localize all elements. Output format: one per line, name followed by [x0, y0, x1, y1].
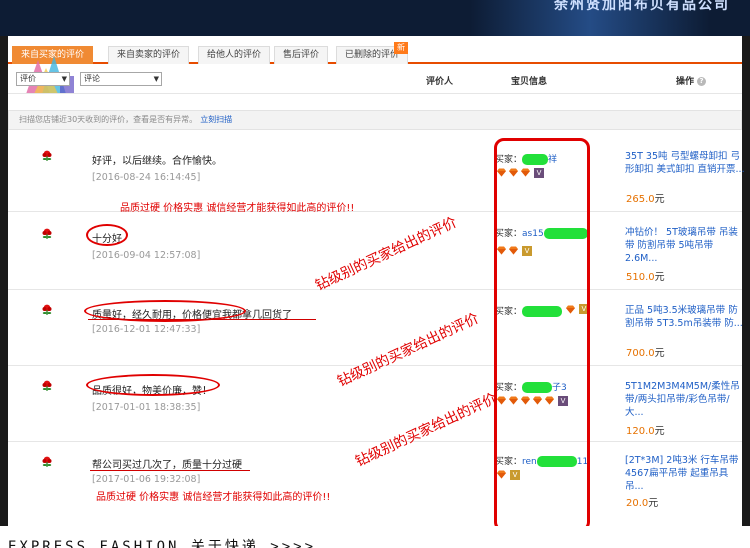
annotation-note: 品质过硬 价格实惠 诚信经营才能获得如此高的评价!!: [120, 203, 355, 214]
good-rating-icon: [41, 228, 53, 240]
price-value: 265.0: [626, 194, 655, 205]
top-banner: 余州贤加阳布贝有品公司: [0, 0, 750, 36]
review-date: [2016-12-01 12:47:33]: [92, 324, 201, 335]
price-unit: 元: [654, 194, 665, 205]
chevron-down-icon: ▼: [153, 75, 159, 83]
highlight-underline: [88, 319, 316, 320]
review-comment: 帮公司买过几次了，质量十分过硬: [92, 460, 242, 471]
rating-select[interactable]: 评价 ▼: [16, 72, 70, 86]
highlight-ring: [86, 224, 128, 246]
highlight-ring: [86, 374, 220, 396]
annotation-note: 品质过硬 价格实惠 诚信经营才能获得如此高的评价!!: [96, 492, 331, 503]
review-panel: 来自买家的评价 来自卖家的评价 给他人的评价 售后评价 已删除的评价 新 评价 …: [8, 36, 745, 532]
buyer-highlight-box: [494, 138, 590, 532]
footer: EXPRESS FASHION 关于快递 >>>>: [0, 526, 750, 548]
rating-select-value: 评价: [20, 74, 36, 83]
page-frame: 来自买家的评价 来自卖家的评价 给他人的评价 售后评价 已删除的评价 新 评价 …: [0, 36, 750, 532]
item-title-link[interactable]: 冲钻价！ 5T玻璃吊带 吊装带 防割吊带 5吨吊带2.6M...: [625, 226, 745, 265]
good-rating-icon: [41, 456, 53, 468]
price-value: 700.0: [626, 348, 655, 359]
item-title-link[interactable]: 正品 5吨3.5米玻璃吊带 防割吊带 5T3.5m吊装带 防...: [625, 304, 745, 330]
column-reviewer: 评价人: [426, 77, 454, 87]
help-icon[interactable]: ?: [697, 77, 707, 86]
price-value: 20.0: [626, 498, 649, 509]
review-date: [2017-01-01 18:38:35]: [92, 402, 201, 413]
footer-text[interactable]: EXPRESS FASHION 关于快递 >>>>: [8, 536, 316, 548]
new-badge: 新: [394, 42, 408, 54]
chevron-down-icon: ▼: [61, 75, 67, 83]
scan-notice-text: 扫描您店铺近30天收到的评价，查看是否有异常。: [19, 115, 198, 124]
good-rating-icon: [41, 380, 53, 392]
price-value: 510.0: [626, 272, 655, 283]
item-price: 700.0元: [626, 344, 665, 359]
item-title-link[interactable]: 5T1M2M3M4M5M/柔性吊带/两头扣吊带/彩色吊带/大...: [625, 380, 745, 419]
content-select[interactable]: 评论 ▼: [80, 72, 162, 86]
column-actions-label: 操作: [676, 77, 695, 87]
item-price: 120.0元: [626, 422, 665, 437]
scan-now-link[interactable]: 立刻扫描: [200, 115, 232, 124]
highlight-underline: [90, 470, 250, 471]
column-item-info: 宝贝信息: [511, 77, 548, 87]
price-unit: 元: [648, 498, 659, 509]
item-price: 265.0元: [626, 190, 665, 205]
price-value: 120.0: [626, 426, 655, 437]
item-title-link[interactable]: 35T 35吨 弓型螺母卸扣 弓形卸扣 美式卸扣 直销开票...: [625, 150, 745, 176]
item-price: 20.0元: [626, 494, 658, 509]
content-select-value: 评论: [84, 74, 100, 83]
item-price: 510.0元: [626, 268, 665, 283]
scan-notice: 扫描您店铺近30天收到的评价，查看是否有异常。 立刻扫描: [8, 110, 742, 130]
tab-given-reviews[interactable]: 给他人的评价: [198, 46, 271, 64]
review-date: [2017-01-06 19:32:08]: [92, 474, 201, 485]
review-date: [2016-09-04 12:57:08]: [92, 250, 201, 261]
review-comment: 好评，以后继续。合作愉快。: [92, 156, 222, 167]
price-unit: 元: [654, 272, 665, 283]
tab-seller-reviews[interactable]: 来自卖家的评价: [108, 46, 190, 64]
review-date: [2016-08-24 16:14:45]: [92, 172, 201, 183]
good-rating-icon: [41, 150, 53, 162]
banner-text: 余州贤加阳布贝有品公司: [554, 0, 730, 13]
table-row: 好评，以后继续。合作愉快。 [2016-08-24 16:14:45] 买家：祥…: [8, 134, 745, 212]
price-unit: 元: [654, 426, 665, 437]
filter-bar: 评价 ▼ 评论 ▼ 评价人 宝贝信息 操作?: [8, 64, 742, 94]
column-actions: 操作?: [676, 74, 707, 87]
price-unit: 元: [654, 348, 665, 359]
item-title-link[interactable]: [2T*3M] 2吨3米 行车吊带4567扁平吊带 起重吊具 吊...: [625, 454, 745, 493]
tab-after-sale-reviews[interactable]: 售后评价: [274, 46, 329, 64]
good-rating-icon: [41, 304, 53, 316]
review-tabs: 来自买家的评价 来自卖家的评价 给他人的评价 售后评价 已删除的评价 新: [8, 40, 742, 64]
